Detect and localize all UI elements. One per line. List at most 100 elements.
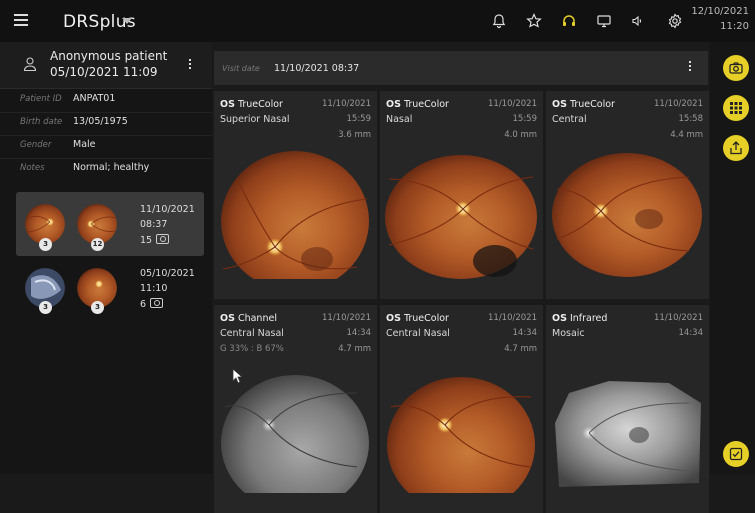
- tile-location: Superior Nasal: [220, 114, 290, 125]
- patient-more-icon[interactable]: [188, 59, 192, 73]
- tile-time: 14:34: [346, 328, 372, 338]
- app-dropdown-caret-icon[interactable]: [122, 18, 132, 24]
- tile-type: Channel: [237, 313, 277, 324]
- tile-type: TrueColor: [237, 99, 283, 110]
- tile-distance: 4.4 mm: [670, 130, 703, 140]
- info-value: Male: [73, 139, 96, 150]
- tile-type: TrueColor: [569, 99, 615, 110]
- info-label: Gender: [20, 140, 52, 150]
- tile-location: Mosaic: [552, 328, 585, 339]
- patient-header[interactable]: Anonymous patient 05/10/2021 11:09: [0, 42, 212, 89]
- image-tile[interactable]: OS Channel Central Nasal G 33% : B 67% 1…: [214, 305, 377, 513]
- fundus-image: [385, 155, 537, 279]
- tile-date: 11/10/2021: [654, 313, 703, 323]
- tile-time: 15:58: [678, 114, 704, 124]
- tile-channel-mix: G 33% : B 67%: [220, 344, 284, 354]
- camera-icon: [729, 62, 743, 74]
- patient-date: 05/10/2021 11:09: [50, 65, 158, 79]
- image-tile[interactable]: OS TrueColor Central Nasal 11/10/2021 14…: [380, 305, 543, 513]
- visit-time: 11:10: [140, 283, 168, 294]
- tile-date: 11/10/2021: [322, 99, 371, 109]
- image-tile[interactable]: OS TrueColor Nasal 11/10/2021 15:59 4.0 …: [380, 91, 543, 299]
- clock-time: 11:20: [720, 21, 749, 32]
- tile-eye: OS: [552, 99, 567, 110]
- fundus-image: [221, 151, 369, 279]
- tile-distance: 4.7 mm: [338, 344, 371, 354]
- tile-eye: OS: [552, 313, 567, 324]
- visit-count-value: 15: [140, 235, 153, 246]
- tile-title: OS TrueColor: [386, 313, 449, 324]
- visit-count: 6: [140, 298, 164, 310]
- tile-type: TrueColor: [403, 99, 449, 110]
- star-icon[interactable]: [526, 13, 542, 29]
- info-label: Birth date: [20, 117, 63, 127]
- monitor-icon[interactable]: [596, 13, 612, 29]
- visit-more-icon[interactable]: [688, 61, 692, 75]
- bell-icon[interactable]: [491, 13, 507, 29]
- person-icon: [23, 57, 37, 72]
- info-row-gender: Gender Male: [0, 135, 212, 159]
- patient-sidebar: Anonymous patient 05/10/2021 11:09 Patie…: [0, 42, 212, 474]
- tile-type: TrueColor: [403, 313, 449, 324]
- tile-date: 11/10/2021: [488, 313, 537, 323]
- tile-distance: 4.7 mm: [504, 344, 537, 354]
- tile-eye: OS: [386, 313, 401, 324]
- info-label: Notes: [20, 163, 45, 173]
- tile-time: 15:59: [346, 114, 372, 124]
- tile-date: 11/10/2021: [488, 99, 537, 109]
- top-bar: DRSplus 12/10/2021 11:20: [0, 0, 755, 42]
- hamburger-menu-icon[interactable]: [14, 14, 28, 26]
- image-gallery: Visit date 11/10/2021 08:37 OS TrueColor…: [212, 42, 710, 513]
- tile-location: Central Nasal: [220, 328, 284, 339]
- tile-date: 11/10/2021: [654, 99, 703, 109]
- visit-card[interactable]: 3 3 05/10/2021 11:10 6: [16, 262, 204, 326]
- tile-date: 11/10/2021: [322, 313, 371, 323]
- tile-type: Infrared: [569, 313, 608, 324]
- visit-badge: 3: [91, 301, 104, 314]
- grid-view-button[interactable]: [723, 95, 749, 121]
- gear-icon[interactable]: [667, 13, 683, 29]
- visit-count-value: 6: [140, 299, 147, 310]
- share-icon: [730, 141, 742, 155]
- info-label: Patient ID: [20, 94, 62, 104]
- visit-date: 05/10/2021: [140, 268, 195, 279]
- tile-location: Central: [552, 114, 587, 125]
- headset-icon[interactable]: [561, 13, 577, 29]
- speaker-icon[interactable]: [629, 13, 645, 29]
- info-row-birth-date: Birth date 13/05/1975: [0, 112, 212, 136]
- share-button[interactable]: [723, 135, 749, 161]
- visit-count: 15: [140, 234, 170, 246]
- tile-distance: 3.6 mm: [338, 130, 371, 140]
- confirm-button[interactable]: [723, 441, 749, 467]
- tile-location: Nasal: [386, 114, 413, 125]
- image-tile[interactable]: OS Infrared Mosaic 11/10/2021 14:34: [546, 305, 709, 513]
- tile-eye: OS: [220, 99, 235, 110]
- tile-title: OS TrueColor: [386, 99, 449, 110]
- patient-name: Anonymous patient: [50, 49, 168, 63]
- tile-time: 14:34: [678, 328, 704, 338]
- camera-icon: [156, 234, 170, 244]
- mouse-cursor-icon: [232, 368, 244, 384]
- tile-title: OS Channel: [220, 313, 277, 324]
- visit-badge: 3: [39, 238, 52, 251]
- camera-icon: [150, 298, 164, 308]
- tile-title: OS Infrared: [552, 313, 607, 324]
- tile-distance: 4.0 mm: [504, 130, 537, 140]
- capture-button[interactable]: [723, 55, 749, 81]
- tile-title: OS TrueColor: [220, 99, 283, 110]
- tile-time: 15:59: [512, 114, 538, 124]
- check-icon: [729, 447, 743, 461]
- visit-badge: 3: [39, 301, 52, 314]
- image-tile[interactable]: OS TrueColor Central 11/10/2021 15:58 4.…: [546, 91, 709, 299]
- info-value: ANPAT01: [73, 93, 116, 104]
- clock-date: 12/10/2021: [691, 6, 749, 17]
- visit-card[interactable]: 3 12 11/10/2021 08:37 15: [16, 192, 204, 256]
- tile-title: OS TrueColor: [552, 99, 615, 110]
- grid-icon: [730, 102, 742, 114]
- clock: 12/10/2021 11:20: [691, 4, 749, 34]
- info-value: 13/05/1975: [73, 116, 128, 127]
- image-tile[interactable]: OS TrueColor Superior Nasal 11/10/2021 1…: [214, 91, 377, 299]
- fundus-image: [552, 153, 702, 277]
- tile-time: 14:34: [512, 328, 538, 338]
- visit-bar-value: 11/10/2021 08:37: [274, 63, 360, 74]
